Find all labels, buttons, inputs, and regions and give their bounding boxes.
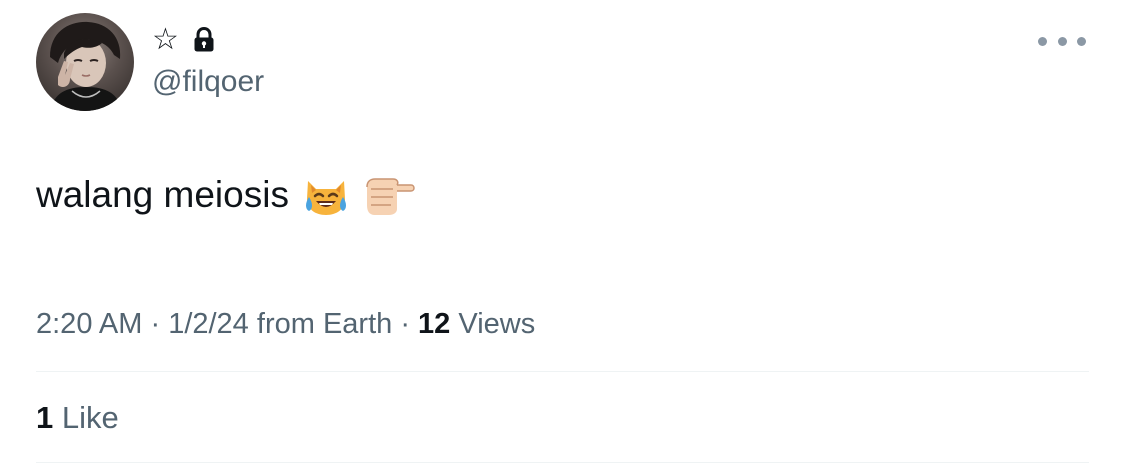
meta-separator: · xyxy=(142,308,169,340)
display-name: ☆ xyxy=(152,22,179,57)
divider xyxy=(36,371,1089,372)
tweet-body: walang meiosis xyxy=(36,170,417,220)
avatar[interactable] xyxy=(36,13,134,111)
lock-icon xyxy=(194,27,214,52)
tweet: ☆ @filqoer walang meiosis 2:20 AM · 1/2/… xyxy=(0,0,1125,465)
tweet-date[interactable]: 1/2/24 xyxy=(168,308,249,340)
likes-label: Like xyxy=(53,400,119,435)
more-options-button[interactable] xyxy=(1038,28,1086,54)
views-label: Views xyxy=(450,308,536,340)
tweet-source: from Earth xyxy=(248,308,393,340)
cat-face-with-tears-of-joy-icon xyxy=(303,173,349,217)
tweet-metadata: 2:20 AM · 1/2/24 from Earth · 12 Views xyxy=(36,306,535,342)
more-dot-icon xyxy=(1077,36,1086,46)
tweet-text: walang meiosis xyxy=(36,174,289,215)
more-dot-icon xyxy=(1057,36,1067,46)
avatar-photo xyxy=(50,21,122,111)
likes-count: 1 xyxy=(36,400,54,435)
tweet-time[interactable]: 2:20 AM xyxy=(36,308,142,340)
more-dot-icon xyxy=(1038,36,1047,46)
views-count: 12 xyxy=(418,308,451,340)
meta-separator: · xyxy=(392,308,419,340)
author-handle[interactable]: @filqoer xyxy=(152,64,264,100)
likes-link[interactable]: 1 Like xyxy=(36,399,119,437)
author-name-row[interactable]: ☆ xyxy=(152,24,215,56)
pointing-fist-icon xyxy=(363,173,417,217)
divider xyxy=(36,462,1089,463)
